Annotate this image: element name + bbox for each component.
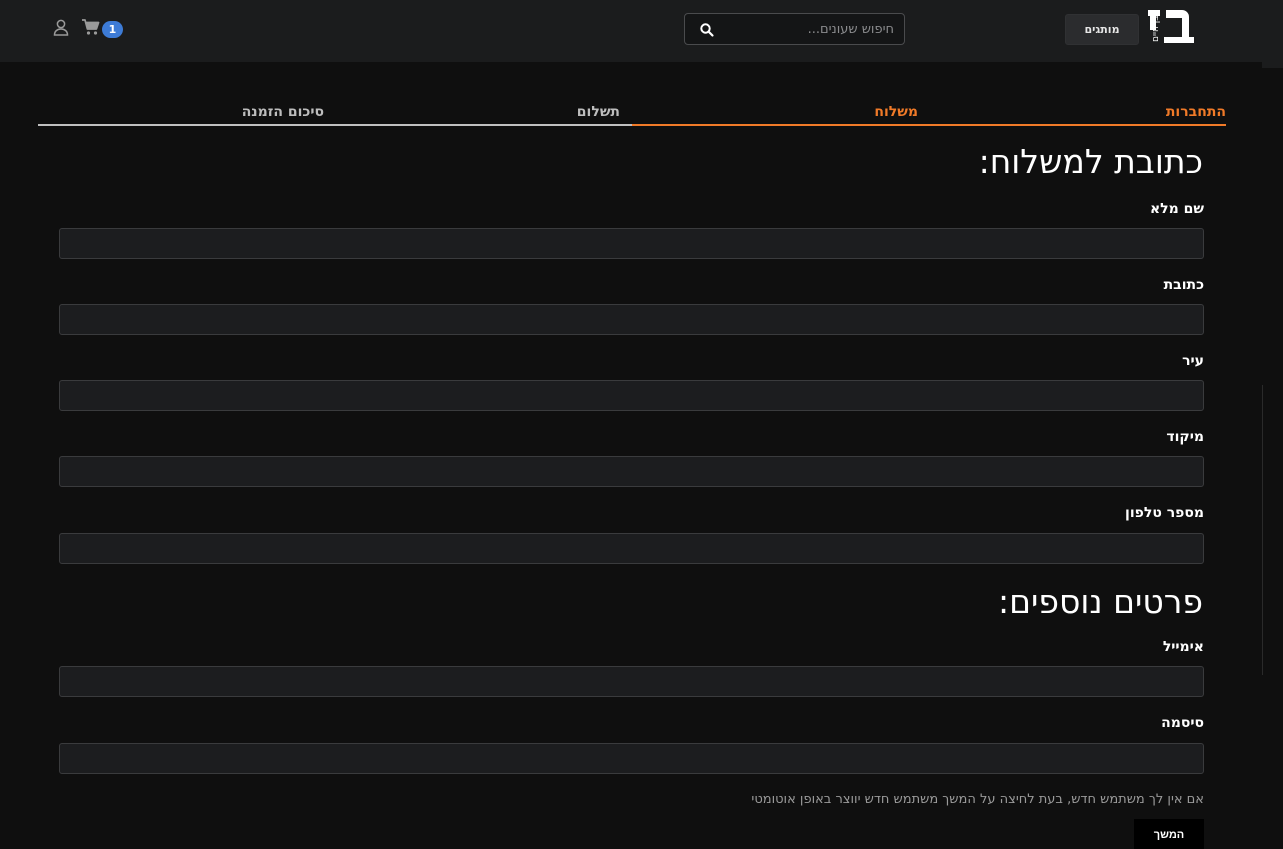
city-label: עיר: [1182, 353, 1204, 369]
step-payment[interactable]: תשלום: [577, 104, 620, 120]
step-order-summary[interactable]: סיכום הזמנה: [242, 104, 324, 120]
address-input[interactable]: [59, 304, 1204, 335]
scroll-gutter: [1262, 62, 1283, 68]
phone-label: מספר טלפון: [1125, 505, 1204, 521]
search-box: [684, 13, 905, 45]
cart-icon[interactable]: [81, 18, 101, 36]
search-input[interactable]: [724, 14, 894, 44]
email-label: אימייל: [1162, 639, 1204, 655]
zipcode-label: מיקוד: [1166, 429, 1204, 445]
shipping-section-title: כתובת למשלוח:: [978, 142, 1203, 181]
steps-progress: [632, 124, 1226, 126]
search-icon[interactable]: [699, 22, 715, 38]
logo-subtext: בן חיים: [1151, 16, 1161, 42]
full-name-input[interactable]: [59, 228, 1204, 259]
top-header: בן חיים מותגים 1: [0, 0, 1283, 62]
step-shipping[interactable]: משלוח: [874, 104, 918, 120]
zipcode-input[interactable]: [59, 456, 1204, 487]
city-input[interactable]: [59, 380, 1204, 411]
address-label: כתובת: [1163, 277, 1204, 293]
brand-logo[interactable]: בן חיים: [1146, 6, 1198, 52]
cart-count-badge: 1: [102, 21, 123, 38]
password-label: סיסמה: [1161, 715, 1204, 731]
phone-input[interactable]: [59, 533, 1204, 564]
user-icon[interactable]: [53, 19, 69, 36]
extra-details-title: פרטים נוספים:: [997, 582, 1203, 621]
email-input[interactable]: [59, 666, 1204, 697]
full-name-label: שם מלא: [1149, 201, 1204, 217]
scrollbar-track[interactable]: [1262, 385, 1263, 675]
continue-button[interactable]: המשך: [1134, 819, 1204, 849]
auto-account-note: אם אין לך משתמש חדש, בעת לחיצה על המשך מ…: [751, 792, 1204, 807]
password-input[interactable]: [59, 743, 1204, 774]
brands-button[interactable]: מותגים: [1065, 14, 1139, 45]
step-login[interactable]: התחברות: [1166, 104, 1226, 120]
checkout-steps: התחברות משלוח תשלום סיכום הזמנה: [38, 96, 1226, 126]
